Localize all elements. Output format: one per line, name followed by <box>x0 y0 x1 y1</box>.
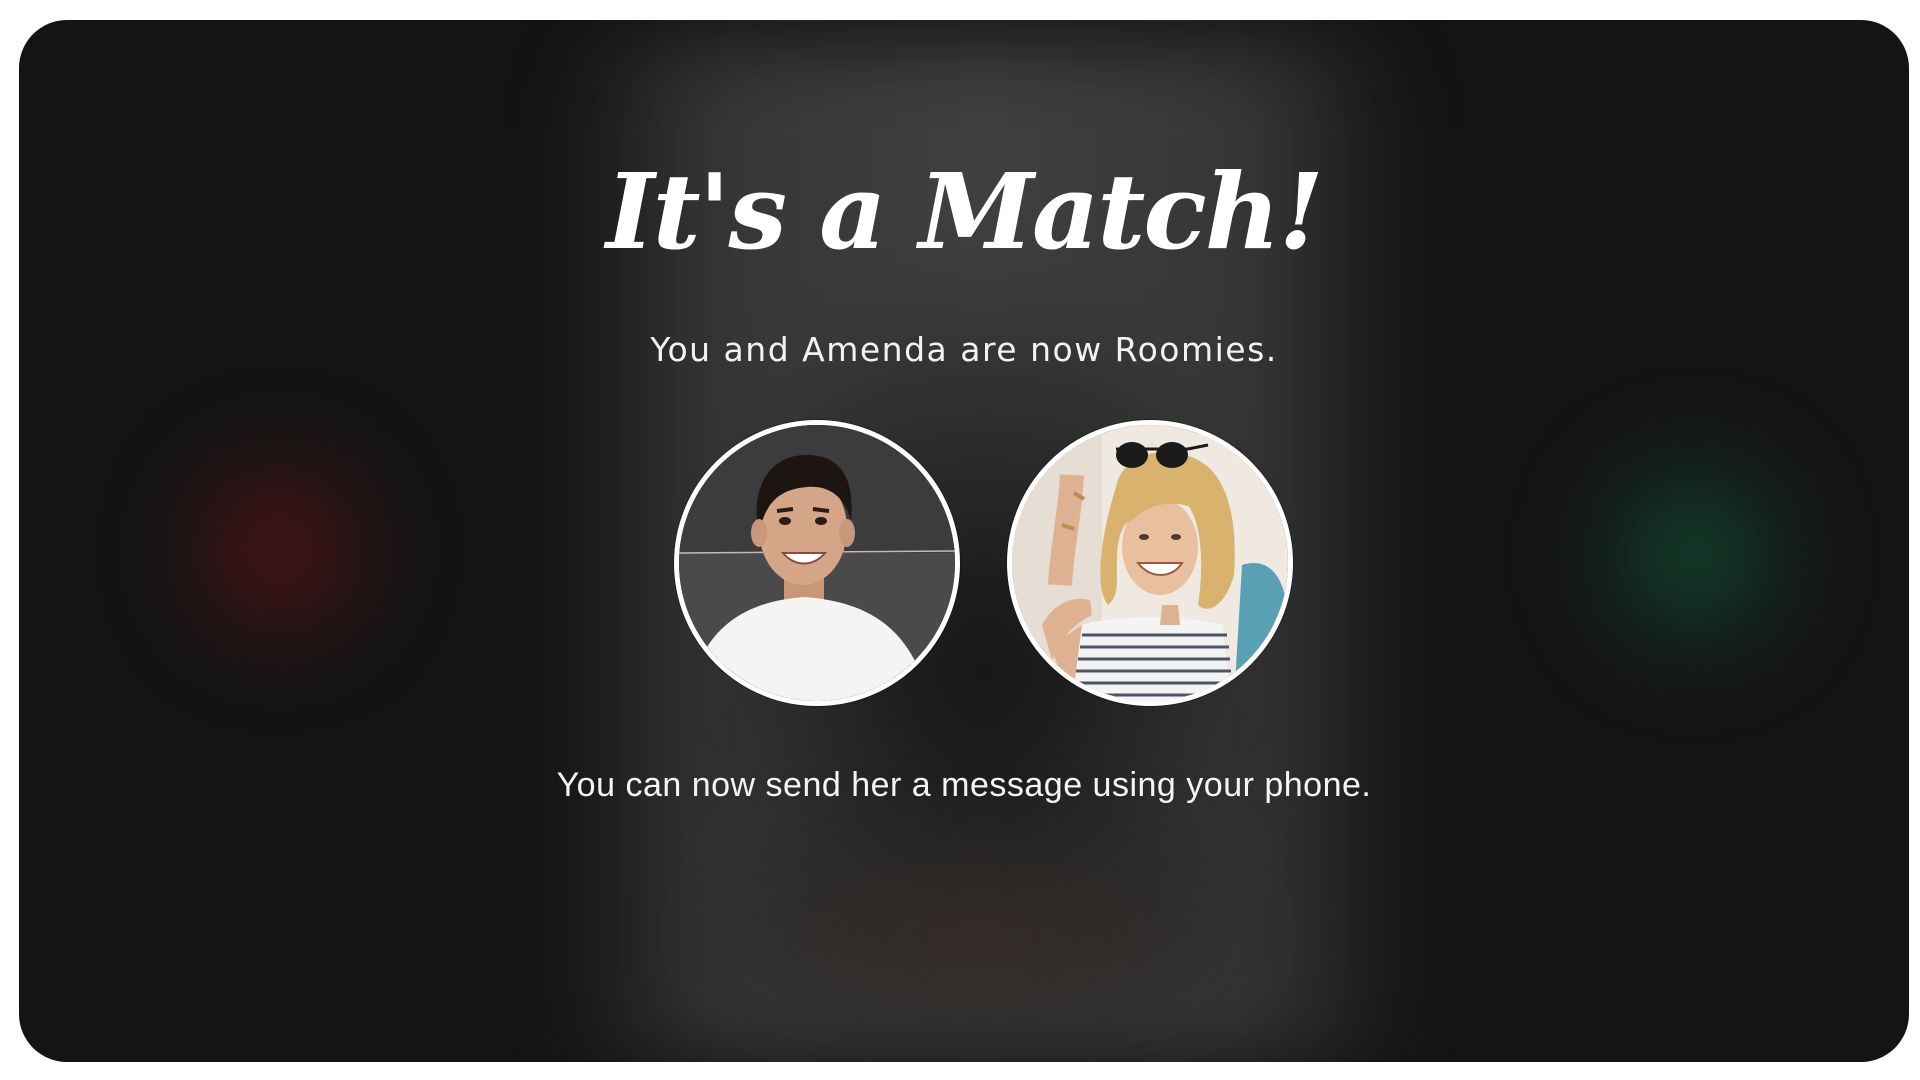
user-avatar <box>674 420 960 706</box>
user-avatar-icon <box>1012 425 1288 701</box>
user-avatar-icon <box>679 425 955 701</box>
match-subtitle: You and Amenda are now Roomies. <box>650 330 1278 369</box>
match-title: It's a Match! <box>605 150 1324 273</box>
match-screen: It's a Match! You and Amenda are now Roo… <box>19 20 1909 1062</box>
match-message: You can now send her a message using you… <box>556 766 1372 804</box>
nope-glow <box>169 440 389 660</box>
match-avatar <box>1007 420 1293 706</box>
like-glow <box>1579 440 1809 670</box>
background-blur <box>719 860 1239 1010</box>
